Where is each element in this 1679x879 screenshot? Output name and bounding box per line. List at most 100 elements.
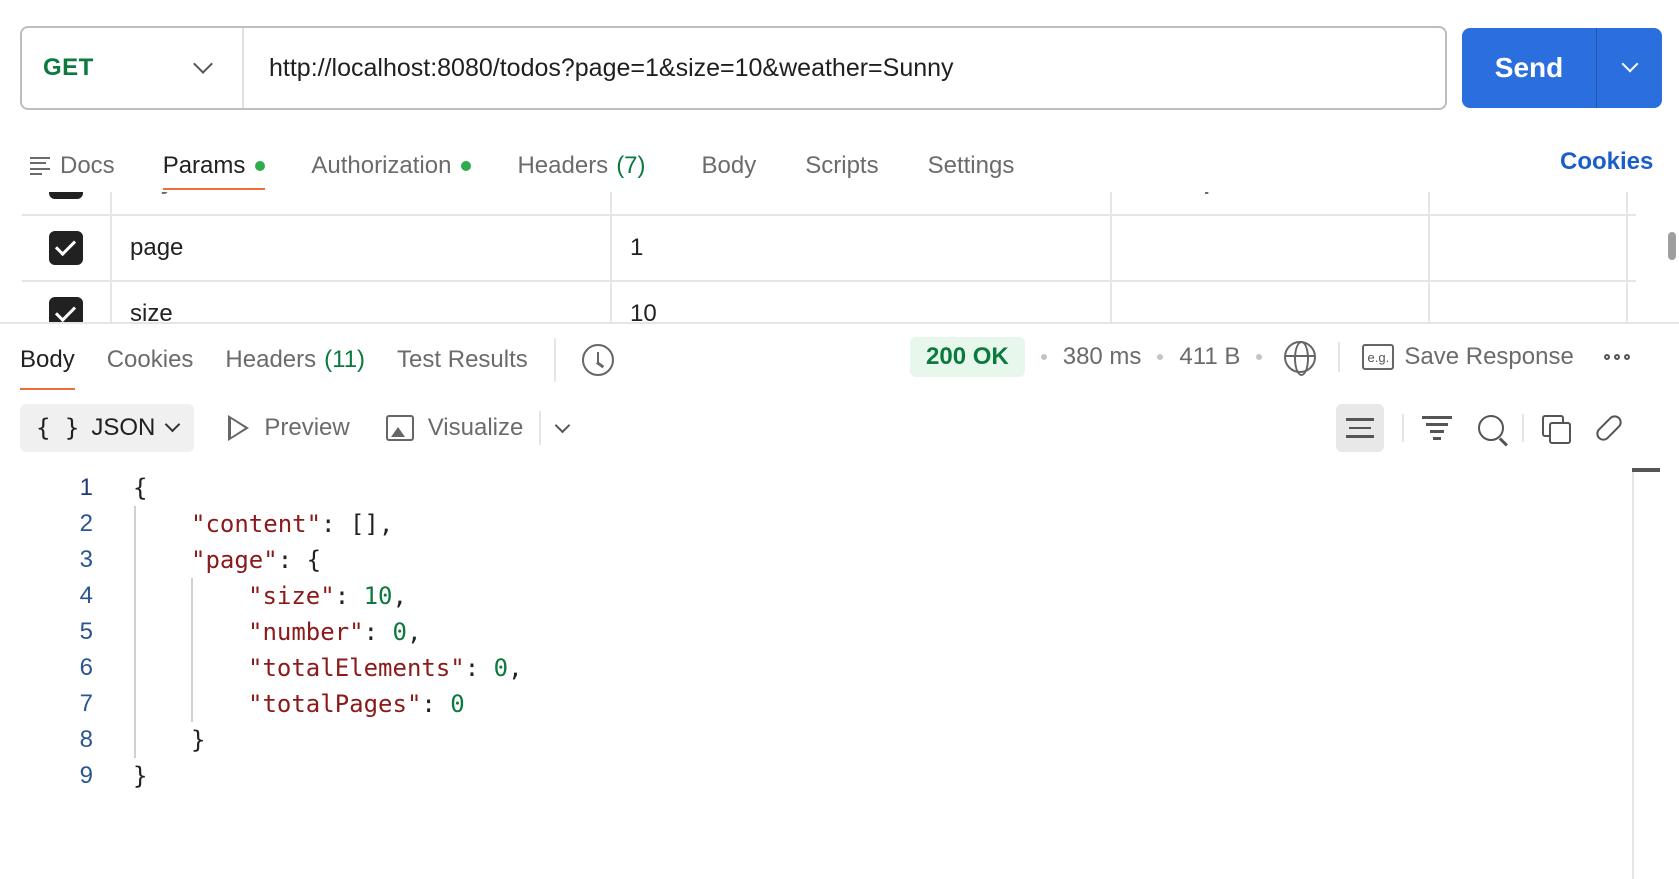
- status-badge[interactable]: 200 OK: [910, 337, 1025, 377]
- params-table: Key Value Description Bulk Edit page 1 s…: [22, 192, 1636, 322]
- params-indicator-dot: [255, 161, 266, 171]
- wrap-lines-icon[interactable]: [1336, 404, 1384, 452]
- tab-params[interactable]: Params: [162, 145, 266, 190]
- param-value[interactable]: 1: [612, 216, 1112, 280]
- response-time[interactable]: 380 ms: [1063, 343, 1142, 371]
- param-description[interactable]: [1112, 282, 1430, 322]
- json-punct: : [],: [321, 510, 394, 538]
- tab-docs[interactable]: Docs: [30, 145, 115, 187]
- line-number: 8: [79, 726, 93, 753]
- separator-dot: [1040, 354, 1047, 360]
- code-line: 6 "totalElements": 0,: [0, 650, 1632, 686]
- param-key[interactable]: size: [112, 282, 612, 322]
- row-checkbox[interactable]: [49, 297, 83, 322]
- json-number: 0: [450, 690, 465, 718]
- tab-settings[interactable]: Settings: [928, 145, 1015, 187]
- json-key: "size": [248, 582, 335, 610]
- preview-button[interactable]: Preview: [228, 414, 350, 442]
- code-line: 9 }: [0, 758, 1632, 794]
- row-checkbox-cell[interactable]: [22, 216, 112, 280]
- tab-scripts[interactable]: Scripts: [805, 145, 878, 187]
- divider: [1522, 414, 1524, 442]
- tab-response-cookies[interactable]: Cookies: [107, 338, 194, 382]
- send-options-button[interactable]: [1597, 28, 1662, 108]
- separator-dot: [1256, 354, 1263, 360]
- visualize-label: Visualize: [427, 414, 524, 441]
- divider: [1402, 414, 1404, 442]
- param-description[interactable]: [1112, 216, 1430, 280]
- docs-icon: [30, 157, 50, 175]
- code-line: 2 "content": [],: [0, 506, 1632, 542]
- tab-response-body[interactable]: Body: [20, 338, 75, 390]
- search-icon[interactable]: [1478, 415, 1504, 441]
- json-key: "content": [191, 510, 322, 538]
- history-icon[interactable]: [581, 344, 614, 376]
- param-value[interactable]: 10: [612, 282, 1112, 322]
- method-select[interactable]: GET: [22, 28, 244, 108]
- divider: [1338, 342, 1341, 372]
- globe-icon[interactable]: [1284, 341, 1317, 376]
- bulk-edit-link[interactable]: Bulk Edit: [1430, 192, 1628, 214]
- tab-response-headers-label: Headers: [225, 346, 317, 373]
- row-actions: [1430, 282, 1628, 322]
- divider: [553, 338, 556, 382]
- chevron-down-icon[interactable]: [555, 417, 571, 433]
- request-bar: GET http://localhost:8080/todos?page=1&s…: [20, 26, 1447, 110]
- link-icon[interactable]: [1593, 412, 1625, 444]
- tab-body[interactable]: Body: [702, 145, 757, 187]
- code-line: 1 {: [0, 470, 1632, 506]
- response-size[interactable]: 411 B: [1179, 343, 1240, 371]
- save-response-button[interactable]: Save Response: [1404, 343, 1573, 371]
- response-toolbar: { } JSON Preview Visualize: [20, 404, 571, 452]
- headers-count: (7): [616, 152, 646, 179]
- visualize-button[interactable]: Visualize: [385, 414, 524, 442]
- json-key: "totalPages": [248, 690, 422, 718]
- code-line: 3 "page": {: [0, 542, 1632, 578]
- tab-test-results[interactable]: Test Results: [397, 338, 528, 382]
- play-icon: [228, 415, 250, 441]
- json-number: 0: [392, 618, 407, 646]
- copy-icon[interactable]: [1542, 415, 1571, 444]
- param-key[interactable]: page: [112, 216, 612, 280]
- line-number: 6: [79, 654, 93, 681]
- json-key: "page": [191, 546, 278, 574]
- key-header: Key: [112, 192, 612, 214]
- code-text: "totalPages": 0: [248, 690, 465, 718]
- code-line: 4 "size": 10,: [0, 578, 1632, 614]
- tab-settings-label: Settings: [927, 152, 1015, 179]
- filter-icon[interactable]: [1422, 416, 1452, 440]
- response-meta: 200 OK 380 ms 411 B e.g. Save Response: [910, 336, 1630, 378]
- url-input[interactable]: http://localhost:8080/todos?page=1&size=…: [244, 54, 954, 83]
- response-body-code[interactable]: 1 { 2 "content": [], 3 "page": { 4 "size…: [0, 470, 1632, 794]
- params-scrollbar[interactable]: [1668, 232, 1676, 260]
- chevron-down-icon: [193, 54, 213, 74]
- json-key: "number": [248, 618, 364, 646]
- pane-divider[interactable]: [0, 322, 1679, 324]
- response-headers-count: (11): [324, 346, 366, 373]
- tab-headers[interactable]: Headers (7): [517, 145, 645, 187]
- tab-authorization-label: Authorization: [311, 152, 452, 179]
- select-all-cell[interactable]: [22, 192, 112, 214]
- select-all-checkbox[interactable]: [49, 192, 83, 199]
- code-scrollbar-track[interactable]: [1632, 468, 1634, 879]
- row-checkbox[interactable]: [49, 231, 83, 265]
- format-select[interactable]: { } JSON: [20, 404, 195, 452]
- response-tool-icons: [1336, 404, 1625, 452]
- response-tabs: Body Cookies Headers (11) Test Results: [20, 335, 614, 390]
- code-scrollbar-thumb[interactable]: [1632, 468, 1660, 472]
- code-text: {: [133, 474, 148, 502]
- more-options-icon[interactable]: [1603, 354, 1630, 360]
- json-punct: : {: [277, 546, 322, 574]
- send-label[interactable]: Send: [1462, 28, 1597, 108]
- code-text: "page": {: [191, 546, 321, 574]
- tab-authorization[interactable]: Authorization: [311, 145, 472, 187]
- tab-docs-label: Docs: [60, 152, 115, 179]
- preview-label: Preview: [264, 414, 350, 441]
- line-number: 9: [79, 762, 93, 789]
- send-button[interactable]: Send: [1462, 28, 1662, 108]
- code-text: "size": 10,: [248, 582, 407, 610]
- tab-response-headers[interactable]: Headers (11): [225, 338, 365, 382]
- method-label: GET: [43, 54, 94, 81]
- row-checkbox-cell[interactable]: [22, 282, 112, 322]
- cookies-link[interactable]: Cookies: [1560, 148, 1653, 176]
